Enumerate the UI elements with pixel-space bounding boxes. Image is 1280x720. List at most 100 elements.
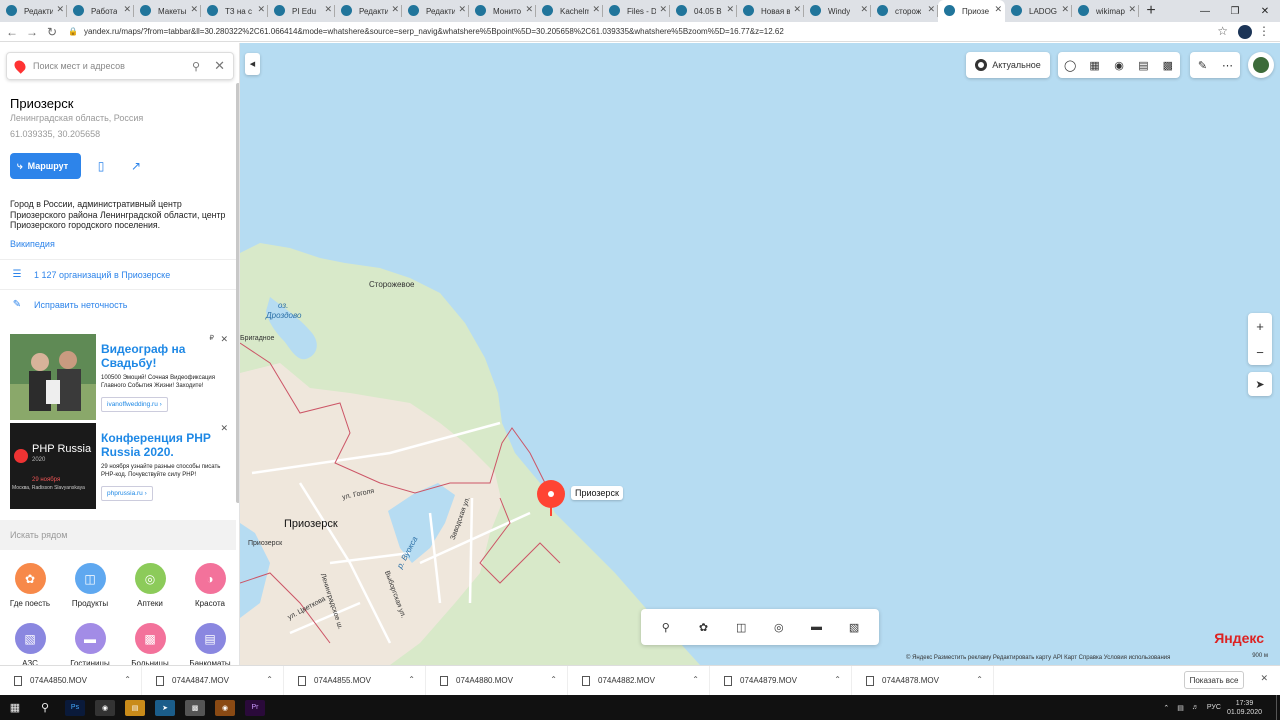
browser-tab[interactable]: Windy ✕ [804,0,871,22]
bed-icon[interactable]: ▬ [805,616,827,638]
camera-icon[interactable]: ◉ [1107,59,1131,72]
download-item[interactable]: 074A4878.MOV ⌃ [852,665,994,696]
browser-menu-icon[interactable]: ⋮ [1258,24,1270,38]
back-icon[interactable]: ← [4,25,20,39]
browser-tab[interactable]: Редакти ✕ [402,0,469,22]
search-icon[interactable]: ⚲ [30,695,60,720]
tray-arrow-icon[interactable]: ⌃ [1163,704,1169,712]
restaurant-icon[interactable]: ✿ [692,616,714,638]
ad-link[interactable]: ivanoffwedding.ru › [101,397,168,412]
close-tab-icon[interactable]: ✕ [1128,4,1136,15]
close-tab-icon[interactable]: ✕ [726,4,734,15]
close-window-icon[interactable]: ✕ [1250,0,1280,22]
browser-tab[interactable]: Макеты ✕ [134,0,201,22]
pin-label[interactable]: Приозерск [571,486,623,500]
chevron-up-icon[interactable]: ⌃ [692,675,699,684]
close-tab-icon[interactable]: ✕ [1061,4,1069,15]
browser-tab[interactable]: ТЗ на с ✕ [201,0,268,22]
show-all-button[interactable]: Показать все [1184,671,1244,689]
traffic-icon[interactable]: ◯ [1058,59,1082,72]
browser-tab[interactable]: Монито ✕ [469,0,536,22]
volume-icon[interactable]: ♬ [1192,704,1199,711]
nearby-category[interactable]: ▬ Гостиницы [60,623,120,665]
zoom-in-button[interactable]: + [1256,313,1264,339]
close-tab-icon[interactable]: ✕ [659,4,667,15]
zoom-out-button[interactable]: − [1256,339,1264,365]
clock[interactable]: 17:39 01.09.2020 [1227,699,1262,717]
close-icon[interactable]: ✕ [214,58,225,74]
minimize-icon[interactable]: — [1190,0,1220,22]
ad-block-php[interactable]: PHP Russia 2020 29 ноября Москва, Radiss… [0,423,236,511]
search-input[interactable]: Поиск мест и адресов [33,61,192,71]
fuel-icon[interactable]: ▧ [843,616,865,638]
network-icon[interactable]: ▤ [1177,704,1184,712]
transit-icon[interactable]: ▤ [1131,59,1155,72]
browser-tab[interactable]: Files - D ✕ [603,0,670,22]
nearby-category[interactable]: ◑ Красота [180,563,239,608]
maximize-icon[interactable]: ❐ [1220,0,1250,22]
download-item[interactable]: 074A4850.MOV ⌃ [0,665,142,696]
reload-icon[interactable]: ↻ [44,25,60,39]
search-icon[interactable]: ⚲ [655,616,677,638]
layers-icon[interactable]: ▩ [1156,59,1180,72]
nearby-category[interactable]: ◎ Аптеки [120,563,180,608]
nearby-category[interactable]: ▤ Банкоматы [180,623,239,665]
place-coords[interactable]: 61.039335, 30.205658 [10,129,100,139]
ad-link[interactable]: phprussia.ru › [101,486,153,501]
collapse-sidebar-button[interactable]: ◀ [245,53,260,75]
download-item[interactable]: 074A4879.MOV ⌃ [710,665,852,696]
geolocation-button[interactable]: ➤ [1248,372,1272,396]
ad-title[interactable]: Видеограф на Свадьбу! [101,342,221,370]
browser-tab[interactable]: Редакти ✕ [335,0,402,22]
orgs-link[interactable]: ☰ 1 127 организаций в Приозерске [0,259,236,289]
close-tab-icon[interactable]: ✕ [56,4,64,15]
browser-tab[interactable]: Приозе ✕ [938,0,1005,22]
wikipedia-link[interactable]: Википедия [10,239,55,249]
more-icon[interactable]: ⋯ [1215,59,1240,72]
close-tab-icon[interactable]: ✕ [860,4,868,15]
close-tab-icon[interactable]: ✕ [190,4,198,15]
search-box[interactable]: Поиск мест и адресов ⚲ ✕ [6,52,234,80]
actual-button[interactable]: Актуальное [966,52,1050,78]
photoshop-icon[interactable]: Ps [65,699,85,716]
ruler-icon[interactable]: ✎ [1190,59,1215,72]
download-item[interactable]: 074A4880.MOV ⌃ [426,665,568,696]
browser-tab[interactable]: Работа ✕ [67,0,134,22]
browser-tab[interactable]: PI Edu ✕ [268,0,335,22]
new-tab-button[interactable]: + [1139,0,1163,22]
chevron-up-icon[interactable]: ⌃ [124,675,131,684]
ad-close-icon[interactable]: ✕ [220,334,228,345]
browser-tab[interactable]: 04.05 В ✕ [670,0,737,22]
location-pin-icon[interactable] [537,480,565,508]
browser-tab[interactable]: wikimap ✕ [1072,0,1139,22]
close-tab-icon[interactable]: ✕ [391,4,399,15]
ad-block-wedding[interactable]: Видеограф на Свадьбу! 100500 Эмоций! Соч… [0,334,236,422]
premiere-icon[interactable]: Pr [245,699,265,716]
pill-icon[interactable]: ◎ [768,616,790,638]
download-item[interactable]: 074A4847.MOV ⌃ [142,665,284,696]
show-desktop[interactable] [1276,695,1280,720]
close-tab-icon[interactable]: ✕ [793,4,801,15]
app2-icon[interactable]: ◉ [215,699,235,716]
search-icon[interactable]: ⚲ [192,60,200,73]
browser-tab[interactable]: сторож ✕ [871,0,938,22]
chevron-up-icon[interactable]: ⌃ [266,675,273,684]
share-button[interactable]: ↗ [123,153,149,179]
close-tab-icon[interactable]: ✕ [458,4,466,15]
language-indicator[interactable]: РУС [1207,704,1221,711]
close-downloads-icon[interactable]: ✕ [1260,673,1268,684]
nearby-category[interactable]: ▧ АЗС [0,623,60,665]
chrome-icon[interactable]: ◉ [95,699,115,716]
chevron-up-icon[interactable]: ⌃ [834,675,841,684]
nearby-category[interactable]: ◫ Продукты [60,563,120,608]
close-tab-icon[interactable]: ✕ [525,4,533,15]
close-tab-icon[interactable]: ✕ [592,4,600,15]
chevron-up-icon[interactable]: ⌃ [550,675,557,684]
windows-start-icon[interactable]: ▦ [0,695,30,720]
app-icon[interactable]: ▩ [185,699,205,716]
download-item[interactable]: 074A4882.MOV ⌃ [568,665,710,696]
fix-link[interactable]: ✎ Исправить неточность [0,289,236,319]
ad-title[interactable]: Конференция PHP Russia 2020. [101,431,221,459]
panorama-icon[interactable]: ▦ [1082,59,1106,72]
explorer-icon[interactable]: ▤ [125,699,145,716]
